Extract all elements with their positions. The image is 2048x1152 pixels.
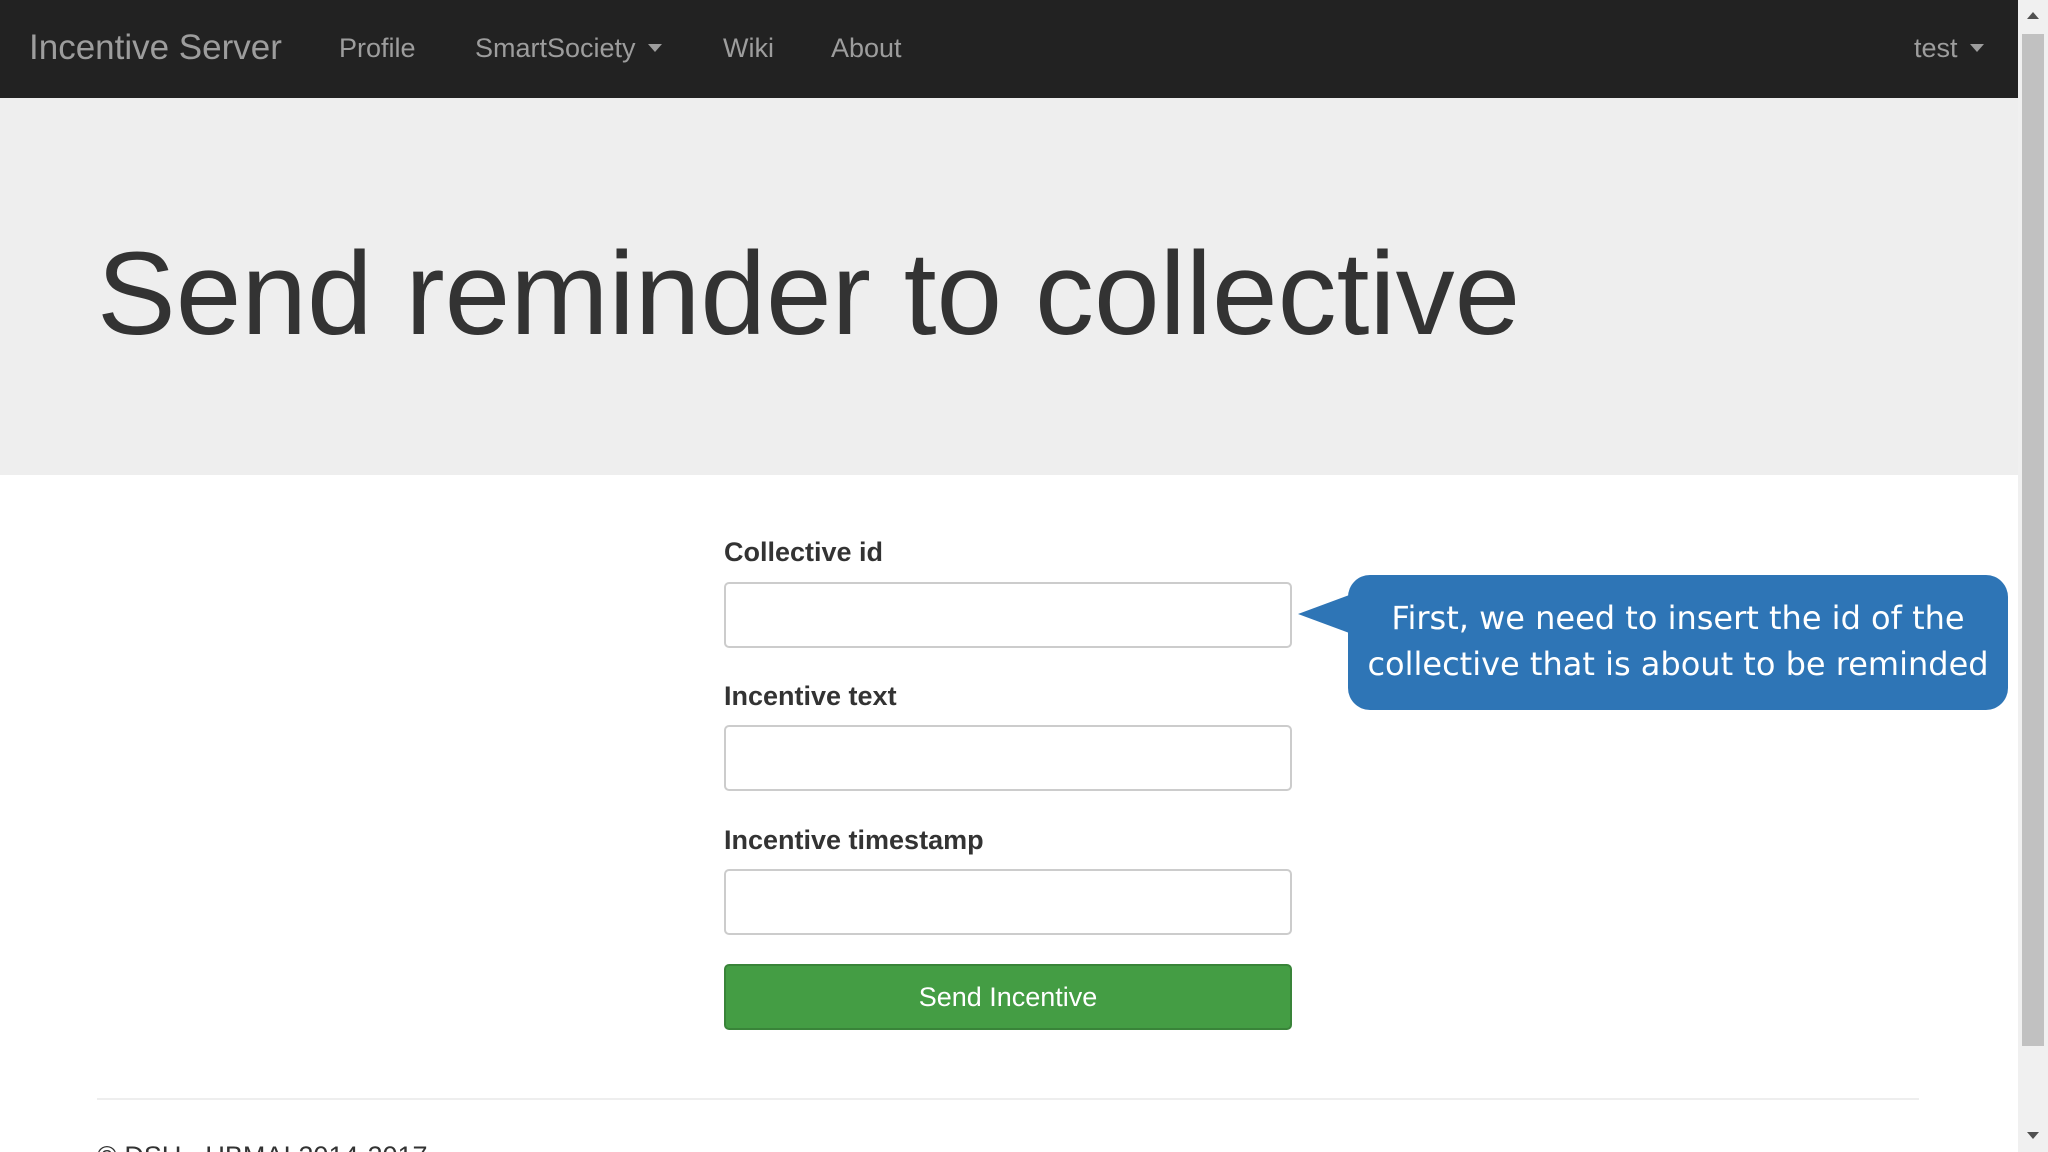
caret-down-icon [647, 43, 662, 52]
incentive-timestamp-label: Incentive timestamp [724, 825, 984, 855]
tutorial-callout: First, we need to insert the id of the c… [1348, 575, 2008, 710]
caret-down-icon [1969, 43, 1984, 52]
browser-viewport: Incentive Server Profile SmartSociety Wi… [0, 0, 2018, 1152]
send-incentive-button[interactable]: Send Incentive [724, 964, 1292, 1030]
user-menu-label: test [1914, 33, 1958, 63]
incentive-text-input[interactable] [724, 725, 1292, 791]
nav-link-about[interactable]: About [831, 0, 902, 98]
callout-line-2: collective that is about to be reminded [1367, 645, 1989, 683]
collective-id-label: Collective id [724, 537, 884, 567]
top-navbar: Incentive Server Profile SmartSociety Wi… [0, 0, 2018, 98]
callout-pointer [1298, 594, 1352, 634]
vertical-scrollbar[interactable] [2018, 0, 2048, 1152]
nav-dropdown-smartsociety-label: SmartSociety [475, 33, 636, 63]
collective-id-input[interactable] [724, 582, 1292, 648]
footer-divider [97, 1098, 1919, 1100]
scroll-up-arrow-icon[interactable] [2018, 0, 2048, 32]
user-menu-dropdown[interactable]: test [1914, 0, 1984, 98]
nav-dropdown-smartsociety[interactable]: SmartSociety [475, 0, 662, 98]
scroll-down-arrow-icon[interactable] [2018, 1120, 2048, 1152]
incentive-timestamp-input[interactable] [724, 869, 1292, 935]
jumbotron-header: Send reminder to collective [0, 98, 2018, 475]
incentive-text-label: Incentive text [724, 681, 897, 711]
page-title: Send reminder to collective [97, 228, 1521, 360]
footer-copyright: © DSU - UBMAI 2014-2017 [97, 1140, 428, 1152]
nav-link-profile[interactable]: Profile [339, 0, 416, 98]
navbar-brand[interactable]: Incentive Server [29, 0, 282, 98]
nav-link-wiki[interactable]: Wiki [723, 0, 774, 98]
scrollbar-thumb[interactable] [2022, 34, 2044, 1046]
callout-line-1: First, we need to insert the id of the [1391, 599, 1965, 637]
